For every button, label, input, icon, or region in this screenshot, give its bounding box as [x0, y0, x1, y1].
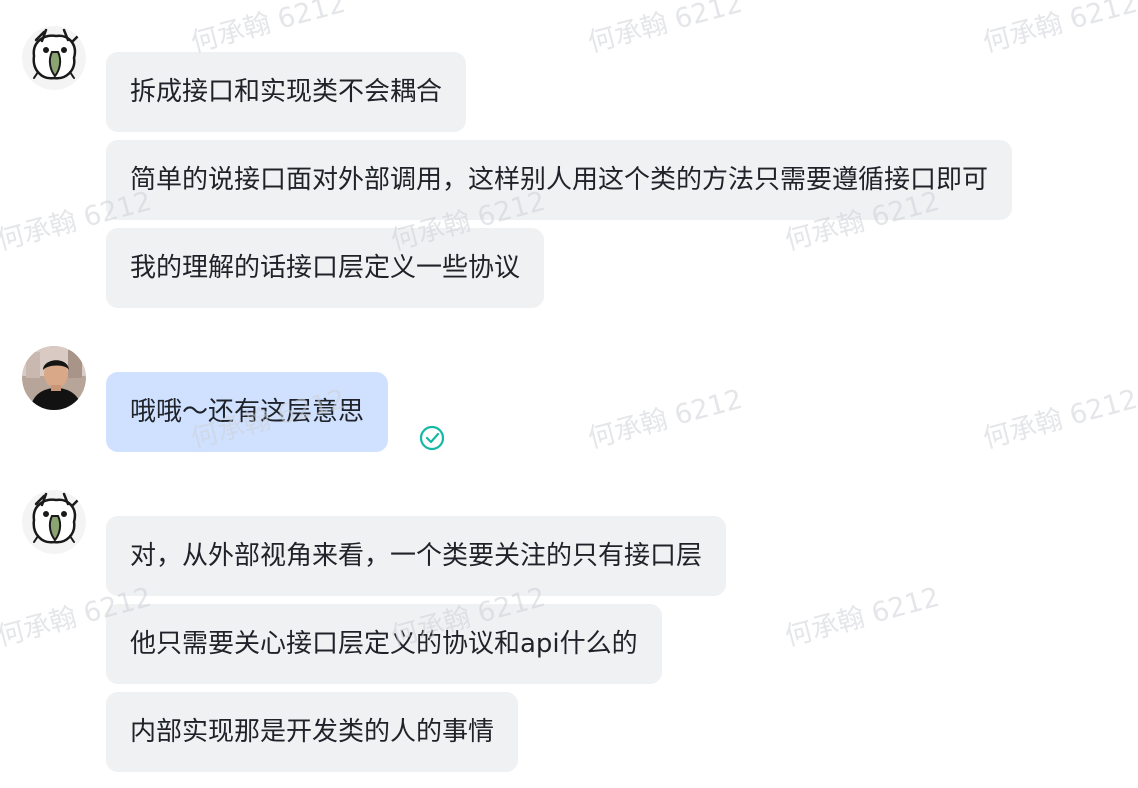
message-text: 他只需要关心接口层定义的协议和api什么的 — [130, 629, 638, 659]
message-bubble[interactable]: 对，从外部视角来看，一个类要关注的只有接口层 — [106, 516, 727, 596]
bird-avatar[interactable] — [22, 26, 86, 90]
message-bubble[interactable]: 拆成接口和实现类不会耦合 — [106, 52, 467, 132]
watermark: 何承翰 6212 — [979, 0, 1138, 59]
message-text: 拆成接口和实现类不会耦合 — [130, 77, 443, 107]
message-text: 对，从外部视角来看，一个类要关注的只有接口层 — [130, 541, 703, 571]
person-avatar[interactable] — [22, 346, 86, 410]
bird-avatar-icon — [22, 26, 86, 90]
message-text: 我的理解的话接口层定义一些协议 — [130, 253, 521, 283]
message-bubble[interactable]: 简单的说接口面对外部调用，这样别人用这个类的方法只需要遵循接口即可 — [106, 140, 1013, 220]
watermark: 何承翰 6212 — [584, 383, 746, 455]
read-check-icon — [419, 425, 445, 451]
person-avatar-icon — [22, 346, 86, 410]
message-bubble[interactable]: 他只需要关心接口层定义的协议和api什么的 — [106, 604, 662, 684]
message-bubble[interactable]: 内部实现那是开发类的人的事情 — [106, 692, 519, 772]
message-text: 哦哦～还有这层意思 — [130, 397, 365, 427]
chat-window: 何承翰 6212 何承翰 6212 何承翰 6212 何承翰 6212 何承翰 … — [0, 0, 1138, 788]
bird-avatar-icon — [22, 490, 86, 554]
watermark: 何承翰 6212 — [187, 0, 349, 59]
bird-avatar[interactable] — [22, 490, 86, 554]
message-bubble[interactable]: 我的理解的话接口层定义一些协议 — [106, 228, 545, 308]
message-text: 内部实现那是开发类的人的事情 — [130, 717, 495, 747]
message-text: 简单的说接口面对外部调用，这样别人用这个类的方法只需要遵循接口即可 — [130, 165, 989, 195]
watermark: 何承翰 6212 — [781, 581, 943, 653]
watermark: 何承翰 6212 — [584, 0, 746, 59]
watermark: 何承翰 6212 — [979, 383, 1138, 455]
message-bubble-self[interactable]: 哦哦～还有这层意思 — [106, 372, 389, 452]
